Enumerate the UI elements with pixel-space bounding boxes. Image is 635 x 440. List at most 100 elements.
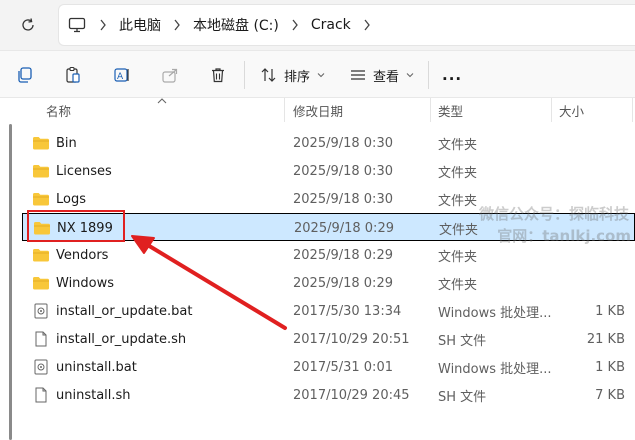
file-row[interactable]: Licenses 2025/9/18 0:30 文件夹	[22, 157, 635, 185]
folder-icon	[33, 249, 49, 262]
column-divider[interactable]	[430, 98, 431, 122]
watermark-wechat: 微信公众号：探临科技	[478, 205, 629, 223]
file-date: 2025/9/18 0:29	[293, 247, 393, 263]
file-name-cell[interactable]: uninstall.sh	[32, 381, 131, 409]
file-date: 2025/9/18 0:30	[293, 135, 393, 151]
breadcrumb-this-pc[interactable]: 此电脑	[119, 15, 161, 35]
copy-icon	[18, 67, 32, 83]
file-date: 2017/10/29 20:51	[293, 331, 410, 347]
file-size: 1 KB	[595, 359, 625, 375]
sort-button[interactable]: 排序	[260, 63, 326, 87]
file-type: 文件夹	[438, 165, 478, 181]
file-date: 2025/9/18 0:30	[293, 191, 393, 207]
file-date: 2017/5/31 0:01	[293, 359, 393, 375]
share-icon	[162, 68, 178, 83]
file-name: install_or_update.sh	[56, 331, 187, 347]
rename-icon: A	[114, 68, 129, 82]
view-label: 查看	[373, 69, 400, 85]
folder-icon	[33, 193, 49, 206]
vertical-scrollbar[interactable]	[9, 124, 12, 440]
folder-icon	[33, 137, 49, 150]
chevron-right-icon[interactable]	[169, 17, 185, 33]
file-name-cell[interactable]: install_or_update.bat	[32, 297, 192, 325]
file-row[interactable]: install_or_update.sh 2017/10/29 20:51 SH 文…	[22, 325, 635, 353]
file-type: Windows 批处理...	[438, 305, 552, 321]
file-name-cell[interactable]: Windows	[32, 269, 114, 297]
file-name-cell[interactable]: uninstall.bat	[32, 353, 137, 381]
folder-icon	[33, 277, 49, 290]
file-date: 2025/9/18 0:29	[293, 275, 393, 291]
column-header-type[interactable]: 类型	[438, 98, 463, 122]
column-header-size[interactable]: 大小	[559, 98, 584, 122]
file-name: Windows	[56, 275, 115, 291]
this-pc-icon[interactable]	[67, 15, 87, 35]
trash-icon	[212, 68, 224, 83]
address-bar[interactable]: 此电脑 本地磁盘 (C:) Crack	[58, 4, 635, 46]
view-button[interactable]: 查看	[349, 63, 415, 87]
rename-button[interactable]: A	[113, 63, 131, 87]
file-type: 文件夹	[438, 249, 478, 265]
file-name: Bin	[56, 135, 77, 151]
toolbar-separator	[428, 61, 429, 89]
chevron-down-icon	[406, 73, 414, 78]
sort-label: 排序	[284, 69, 311, 85]
file-size: 7 KB	[595, 387, 625, 403]
file-name: install_or_update.bat	[56, 303, 193, 319]
file-type: Windows 批处理...	[438, 361, 552, 377]
file-name-cell[interactable]: install_or_update.sh	[32, 325, 186, 353]
file-size	[559, 269, 625, 297]
watermark-site: 官网：tanlkj.com	[497, 227, 631, 245]
paste-button[interactable]	[64, 63, 82, 87]
file-row[interactable]: Bin 2025/9/18 0:30 文件夹	[22, 129, 635, 157]
file-type: 文件夹	[438, 137, 478, 153]
refresh-icon	[22, 18, 34, 31]
file-name: uninstall.sh	[56, 387, 131, 403]
file-name: uninstall.bat	[56, 359, 137, 375]
file-size: 1 KB	[595, 303, 625, 319]
share-button[interactable]	[161, 63, 179, 87]
command-bar: A 排序 查看 ...	[0, 50, 635, 98]
file-type: SH 文件	[438, 389, 487, 405]
file-name-cell[interactable]: Bin	[32, 129, 77, 157]
toolbar-separator	[244, 61, 245, 89]
file-name-cell[interactable]: Licenses	[32, 157, 112, 185]
batch-file-icon	[34, 303, 48, 319]
file-date: 2017/10/29 20:45	[293, 387, 410, 403]
file-row[interactable]: uninstall.sh 2017/10/29 20:45 SH 文件 7 KB	[22, 381, 635, 409]
file-name: Licenses	[56, 163, 112, 179]
breadcrumb-local-disk[interactable]: 本地磁盘 (C:)	[193, 15, 279, 35]
file-name: Vendors	[56, 247, 109, 263]
column-header-name[interactable]: 名称	[46, 98, 71, 122]
chevron-right-icon[interactable]	[287, 17, 303, 33]
file-icon	[35, 331, 47, 347]
file-size	[559, 157, 625, 185]
chevron-right-icon[interactable]	[95, 17, 111, 33]
file-date: 2017/5/30 13:34	[293, 303, 402, 319]
chevron-right-icon[interactable]	[359, 17, 375, 33]
column-divider[interactable]	[632, 98, 633, 122]
file-row[interactable]: install_or_update.bat 2017/5/30 13:34 Wind…	[22, 297, 635, 325]
file-icon	[35, 387, 47, 403]
annotation-highlight-box	[27, 210, 125, 242]
file-size	[559, 129, 625, 157]
delete-button[interactable]	[209, 63, 227, 87]
file-row[interactable]: Windows 2025/9/18 0:29 文件夹	[22, 269, 635, 297]
more-options-button[interactable]: ...	[442, 63, 462, 87]
view-list-icon	[351, 70, 365, 80]
file-type: SH 文件	[438, 333, 487, 349]
file-row[interactable]: uninstall.bat 2017/5/31 0:01 Windows 批处理..…	[22, 353, 635, 381]
column-divider[interactable]	[551, 98, 552, 122]
file-name: Logs	[56, 191, 86, 207]
sort-icon	[261, 68, 276, 82]
column-divider[interactable]	[284, 98, 285, 122]
column-header-modified[interactable]: 修改日期	[293, 98, 343, 122]
file-type: 文件夹	[439, 222, 479, 238]
copy-button[interactable]	[16, 63, 34, 87]
file-name-cell[interactable]: Logs	[32, 185, 86, 213]
file-name-cell[interactable]: Vendors	[32, 241, 108, 269]
file-size: 21 KB	[586, 331, 625, 347]
breadcrumb-crack[interactable]: Crack	[311, 17, 351, 33]
file-type: 文件夹	[438, 193, 478, 209]
refresh-button[interactable]	[14, 13, 42, 37]
paste-icon	[66, 66, 80, 83]
